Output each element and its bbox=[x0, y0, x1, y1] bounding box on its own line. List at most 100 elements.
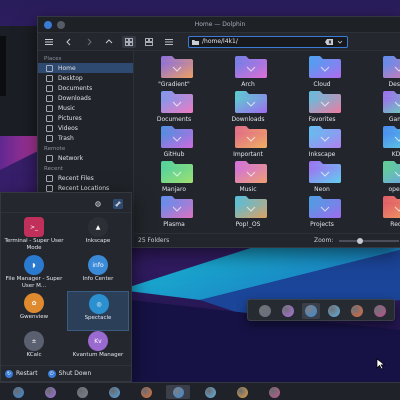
launcher-app[interactable]: >_ Terminal - Super User Mode bbox=[3, 215, 65, 255]
background-window-strip bbox=[0, 36, 6, 96]
sidebar-item-label: Videos bbox=[58, 124, 78, 132]
launcher-app[interactable]: ± KCalc bbox=[3, 329, 65, 369]
folder-item[interactable]: Projects bbox=[292, 195, 352, 231]
dock-item[interactable] bbox=[348, 303, 366, 319]
sidebar-item[interactable]: Desktop bbox=[38, 73, 133, 83]
folder-item[interactable]: Neon bbox=[292, 160, 352, 196]
forward-icon[interactable] bbox=[82, 36, 96, 48]
taskbar-item[interactable] bbox=[134, 385, 158, 399]
folder-item[interactable]: Desk bbox=[366, 55, 400, 91]
folder-item[interactable]: Red bbox=[366, 195, 400, 231]
taskbar-item[interactable] bbox=[198, 385, 222, 399]
folder-item[interactable]: Inkscape bbox=[292, 125, 352, 161]
folder-item[interactable]: Manjaro bbox=[144, 160, 204, 196]
music-folder-icon bbox=[233, 160, 269, 184]
menu-icon[interactable] bbox=[42, 36, 56, 48]
sidebar-item[interactable]: Pictures bbox=[38, 113, 133, 123]
pin-button[interactable] bbox=[57, 20, 65, 29]
system-settings-icon bbox=[76, 386, 88, 398]
up-icon[interactable] bbox=[102, 36, 116, 48]
folder-item[interactable]: Music bbox=[218, 160, 278, 196]
chevron-down-icon[interactable] bbox=[336, 39, 344, 45]
folder-item[interactable]: GitHub bbox=[144, 125, 204, 161]
folder-label: Music bbox=[239, 186, 257, 193]
folder-item[interactable]: Favorites bbox=[292, 90, 352, 126]
sidebar-item[interactable]: Music bbox=[38, 103, 133, 113]
launcher-app[interactable]: ✿ Gwenview bbox=[3, 291, 65, 331]
folder-label: Inkscape bbox=[308, 151, 336, 158]
folder-label: Cloud bbox=[313, 81, 331, 88]
taskbar bbox=[0, 382, 400, 400]
taskbar-item[interactable] bbox=[262, 385, 286, 399]
folder-item[interactable]: Cloud bbox=[292, 55, 352, 91]
sidebar-item-label: Downloads bbox=[58, 94, 91, 102]
folder-item[interactable]: Important bbox=[218, 125, 278, 161]
launcher-app-label: File Manager - Super User M... bbox=[5, 276, 63, 289]
compact-view-icon[interactable] bbox=[142, 36, 156, 48]
sidebar-item[interactable]: Recent Files bbox=[38, 173, 133, 183]
sidebar-item[interactable]: Documents bbox=[38, 83, 133, 93]
folder-item[interactable]: open bbox=[366, 160, 400, 196]
folder-item[interactable]: Downloads bbox=[218, 90, 278, 126]
folder-label: "Gradient" bbox=[158, 81, 190, 88]
window-menu-button[interactable] bbox=[44, 20, 52, 29]
sidebar-item[interactable]: Network bbox=[38, 153, 133, 163]
dock-item[interactable] bbox=[325, 303, 343, 319]
folder-item[interactable]: "Gradient" bbox=[144, 55, 204, 91]
folder-item[interactable]: Arch bbox=[218, 55, 278, 91]
app-launcher-icon bbox=[12, 386, 24, 398]
sidebar-item-label: Desktop bbox=[58, 74, 83, 82]
dock-item[interactable] bbox=[371, 303, 389, 319]
restart-icon: ↻ bbox=[5, 369, 13, 378]
terminal-icon: >_ bbox=[24, 217, 44, 237]
kate-icon bbox=[108, 386, 120, 398]
launcher-app[interactable]: ◗ File Manager - Super User M... bbox=[3, 253, 65, 293]
zoom-slider[interactable] bbox=[339, 238, 399, 244]
icons-view-icon[interactable] bbox=[122, 35, 136, 48]
settings-icon[interactable] bbox=[93, 199, 103, 209]
folder-item[interactable]: KD bbox=[366, 125, 400, 161]
details-view-icon[interactable] bbox=[162, 36, 176, 48]
pin-icon[interactable] bbox=[113, 199, 123, 209]
back-icon[interactable] bbox=[62, 36, 76, 48]
dolphin-titlebar[interactable]: Home — Dolphin bbox=[38, 17, 400, 33]
launcher-app[interactable]: Kv Kvantum Manager bbox=[67, 329, 129, 369]
konsole-icon bbox=[268, 386, 280, 398]
dolphin-toolbar: /home/l4k1/ bbox=[38, 33, 400, 51]
folder-label: Manjaro bbox=[161, 186, 186, 193]
manjaro-folder-icon bbox=[159, 160, 195, 184]
dock-item[interactable] bbox=[256, 303, 274, 319]
sidebar-item[interactable]: Downloads bbox=[38, 93, 133, 103]
taskbar-item[interactable] bbox=[230, 385, 254, 399]
taskbar-item[interactable] bbox=[70, 385, 94, 399]
restart-button[interactable]: ↻ Restart bbox=[5, 369, 38, 378]
launcher-app[interactable]: ▲ Inkscape bbox=[67, 215, 129, 255]
sidebar-item[interactable]: Home bbox=[38, 63, 133, 73]
sidebar-item[interactable]: Videos bbox=[38, 123, 133, 133]
system-settings-icon bbox=[259, 305, 271, 317]
sidebar-item[interactable]: Trash bbox=[38, 133, 133, 143]
clear-icon[interactable] bbox=[325, 38, 333, 45]
folder-item[interactable]: Plasma bbox=[144, 195, 204, 231]
folder-item[interactable]: Pop!_OS bbox=[218, 195, 278, 231]
shutdown-button[interactable]: ⏻ Shut Down bbox=[47, 369, 91, 378]
taskbar-item[interactable] bbox=[102, 385, 126, 399]
recent-locations-icon bbox=[46, 184, 53, 192]
folder-item[interactable]: Documents bbox=[144, 90, 204, 126]
launcher-app[interactable]: info Info Center bbox=[67, 253, 129, 293]
favorites-folder-icon bbox=[307, 90, 343, 114]
dock-item[interactable] bbox=[279, 303, 297, 319]
launcher-app[interactable]: ◎ Spectacle bbox=[67, 291, 129, 331]
plasma-browser-icon bbox=[282, 305, 294, 317]
launcher-app-label: Spectacle bbox=[84, 315, 112, 321]
games-folder-icon bbox=[381, 90, 400, 114]
taskbar-item[interactable] bbox=[38, 385, 62, 399]
zoom-slider-handle[interactable] bbox=[357, 238, 363, 244]
folder-item[interactable]: Gam bbox=[366, 90, 400, 126]
zoom-label: Zoom: bbox=[314, 237, 334, 244]
taskbar-item[interactable] bbox=[6, 385, 30, 399]
taskbar-item[interactable] bbox=[166, 385, 190, 399]
dock-item[interactable] bbox=[302, 303, 320, 319]
downloads-icon bbox=[46, 94, 53, 102]
location-bar[interactable]: /home/l4k1/ bbox=[188, 35, 348, 48]
